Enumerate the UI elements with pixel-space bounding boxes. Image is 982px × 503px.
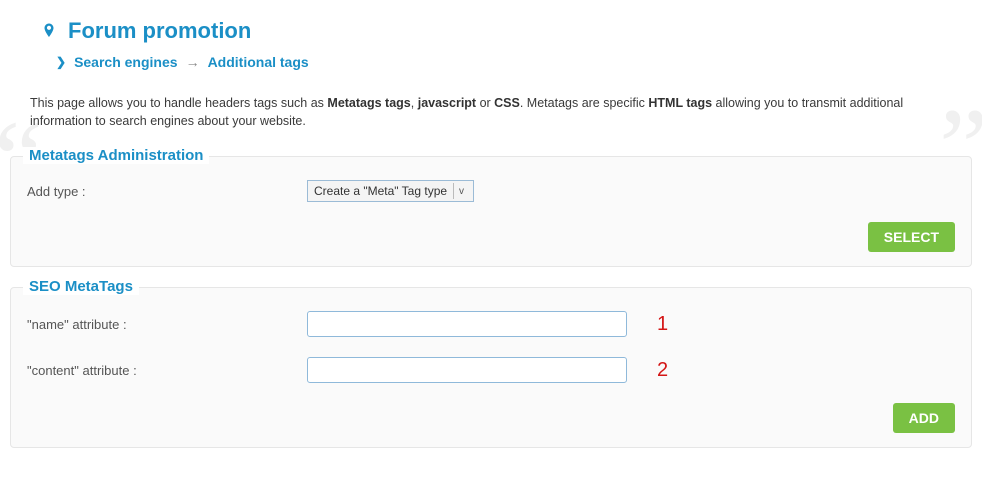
page-title: Forum promotion: [68, 18, 251, 44]
pin-icon: [40, 20, 58, 42]
section-title: SEO MetaTags: [23, 278, 139, 295]
annotation-2: 2: [627, 359, 668, 382]
name-attribute-input[interactable]: [307, 311, 627, 337]
section-seo-metatags: SEO MetaTags "name" attribute : 1 "conte…: [10, 287, 972, 448]
add-type-label: Add type :: [27, 184, 307, 199]
breadcrumb: ❯ Search engines → Additional tags: [0, 48, 982, 86]
name-attribute-label: "name" attribute :: [27, 317, 307, 332]
add-button[interactable]: ADD: [893, 403, 955, 433]
section-metatags-admin: Metatags Administration Add type : Creat…: [10, 156, 972, 267]
chevron-right-icon: ❯: [56, 55, 66, 69]
intro-text: This page allows you to handle headers t…: [30, 94, 952, 130]
arrow-right-icon: →: [186, 54, 200, 70]
select-button[interactable]: SELECT: [868, 222, 955, 252]
content-attribute-label: "content" attribute :: [27, 363, 307, 378]
select-value: Create a "Meta" Tag type: [312, 184, 453, 198]
add-type-select[interactable]: Create a "Meta" Tag type v: [307, 180, 474, 202]
annotation-1: 1: [627, 313, 668, 336]
breadcrumb-additional-tags[interactable]: Additional tags: [208, 54, 309, 70]
section-title: Metatags Administration: [23, 147, 209, 164]
chevron-down-icon: v: [453, 183, 469, 199]
content-attribute-input[interactable]: [307, 357, 627, 383]
breadcrumb-search-engines[interactable]: Search engines: [74, 54, 178, 70]
